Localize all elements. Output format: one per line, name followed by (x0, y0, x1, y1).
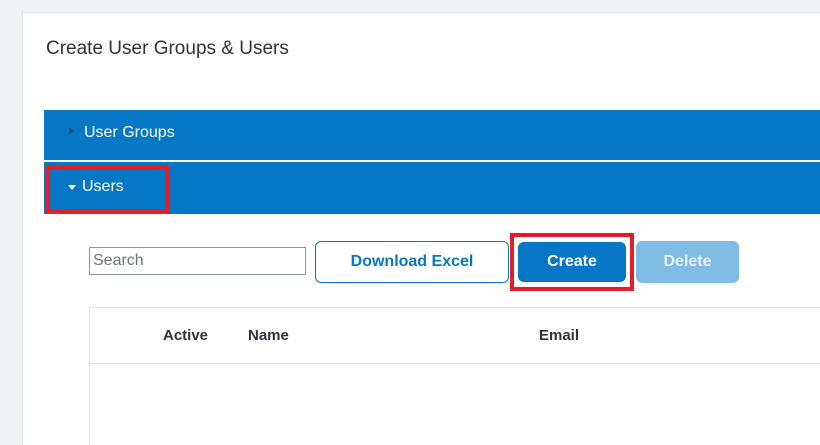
section-label-user-groups: User Groups (84, 124, 175, 141)
caret-right-icon (69, 127, 74, 135)
table-header: Active Name Email (90, 308, 820, 364)
section-header-users[interactable]: Users (44, 162, 820, 214)
column-header-name[interactable]: Name (248, 327, 289, 344)
delete-button: Delete (636, 241, 739, 283)
column-header-active[interactable]: Active (163, 327, 208, 344)
section-label-users: Users (82, 178, 124, 195)
page-title: Create User Groups & Users (46, 38, 289, 59)
search-input[interactable] (89, 247, 306, 275)
section-header-user-groups[interactable]: User Groups (44, 110, 820, 160)
create-button[interactable]: Create (518, 242, 626, 282)
download-excel-button[interactable]: Download Excel (315, 241, 509, 283)
caret-down-icon (68, 185, 76, 190)
users-table: Active Name Email (89, 307, 820, 444)
window-top-strip (0, 0, 820, 12)
column-header-email[interactable]: Email (539, 327, 579, 344)
